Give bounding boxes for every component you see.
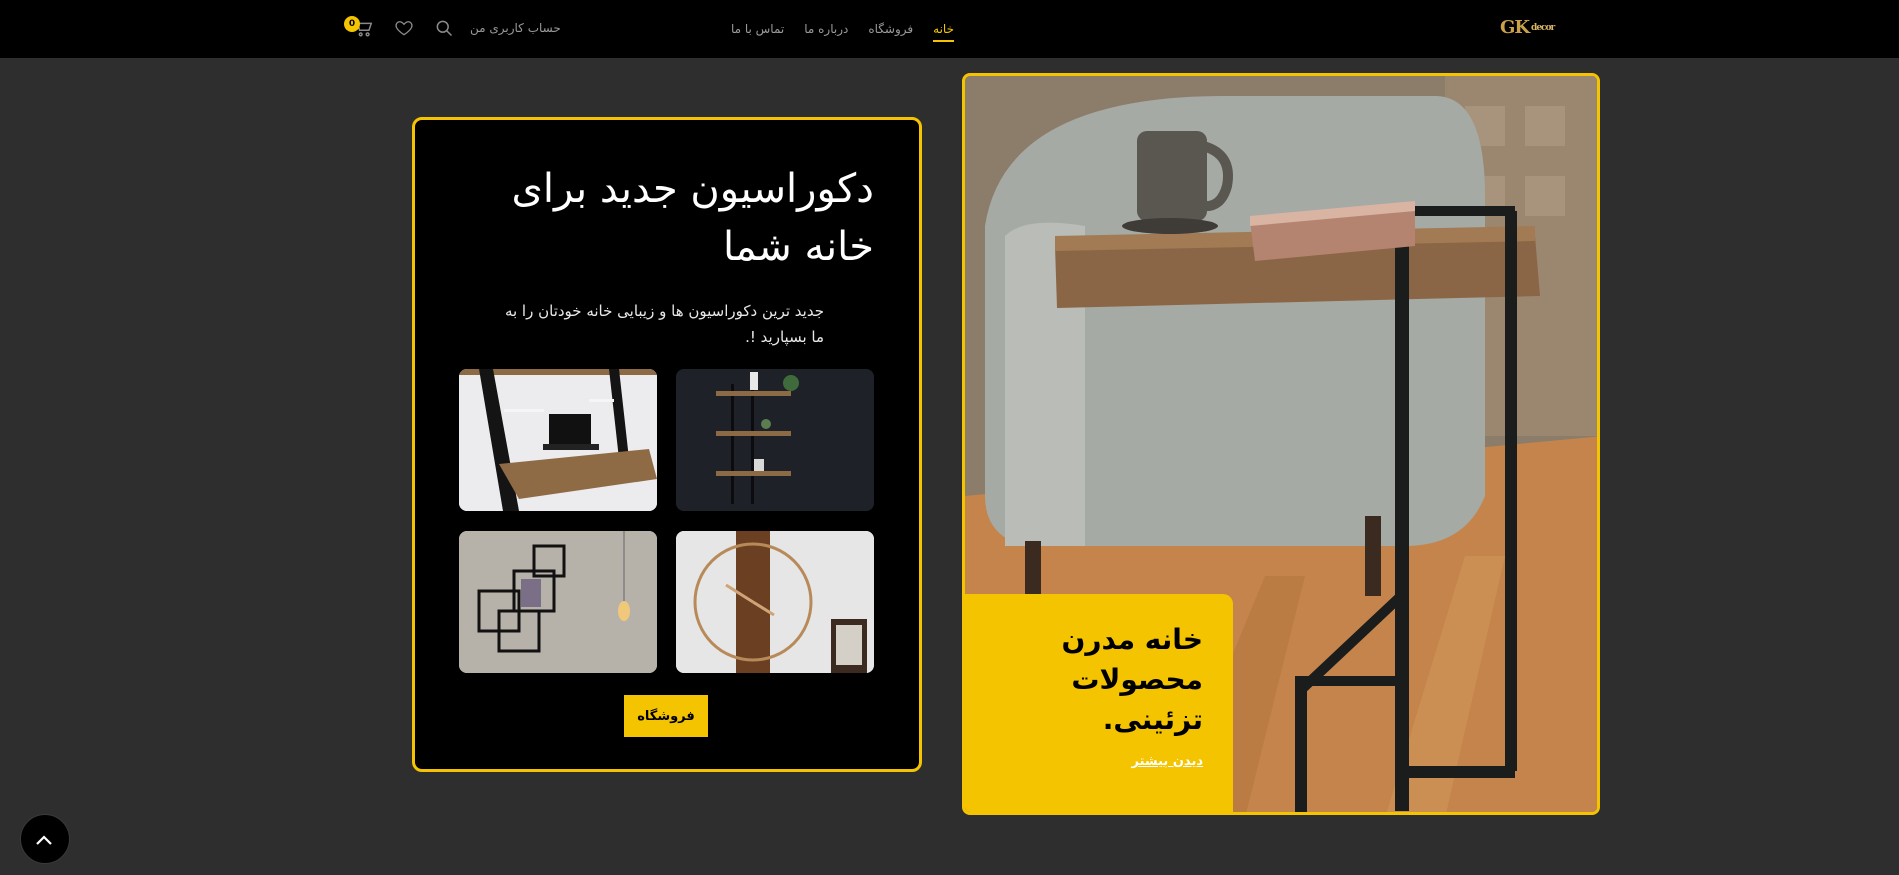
account-link[interactable]: حساب کاربری من [470, 21, 561, 35]
see-more-link[interactable]: دیدن بیشتر [1132, 754, 1204, 769]
promo-title: دکوراسیون جدید برای خانه شما [511, 166, 874, 270]
promo-card: دکوراسیون جدید برای خانه شما جدید ترین د… [412, 117, 922, 772]
product-thumbnail-clock[interactable] [676, 531, 874, 673]
search-icon [436, 20, 453, 37]
promo-subtitle: جدید ترین دکوراسیون ها و زیبایی خانه خود… [504, 302, 824, 346]
top-navbar: GK decor خانه فروشگاه درباره ما تماس با م… [0, 0, 1899, 58]
hero-banner: خانه مدرن محصولات تزئینی. دیدن بیشتر [962, 73, 1600, 815]
wall-shelf-image [676, 369, 874, 511]
clock-image [676, 531, 874, 673]
search-button[interactable] [432, 16, 456, 40]
hero-caption-box: خانه مدرن محصولات تزئینی. دیدن بیشتر [965, 594, 1233, 812]
shop-button[interactable]: فروشگاه [624, 695, 708, 737]
nav-about[interactable]: درباره ما [804, 18, 848, 40]
logo-text: GK [1500, 17, 1530, 38]
cube-shelf-image [459, 531, 657, 673]
product-thumbnail-wall-shelf[interactable] [676, 369, 874, 511]
nav-shop[interactable]: فروشگاه [868, 18, 913, 40]
logo-subtext: decor [1531, 23, 1555, 33]
cart-count-badge: 0 [344, 16, 360, 32]
chevron-up-icon [36, 835, 52, 845]
hero-title: خانه مدرن محصولات تزئینی. [1061, 623, 1203, 736]
product-thumbnail-cube-shelf[interactable] [459, 531, 657, 673]
nav-contact[interactable]: تماس با ما [731, 18, 784, 40]
scroll-to-top-button[interactable] [20, 814, 70, 864]
nav-home[interactable]: خانه [933, 18, 954, 42]
header-tools: 0 حساب کاربری من [344, 12, 561, 44]
main-nav: خانه فروشگاه درباره ما تماس با ما [711, 0, 954, 58]
cart-button[interactable]: 0 [344, 15, 376, 41]
site-logo[interactable]: GK decor [1500, 17, 1555, 39]
desk-image [459, 369, 657, 511]
heart-icon [395, 21, 413, 36]
wishlist-button[interactable] [392, 16, 416, 40]
product-thumbnail-desk[interactable] [459, 369, 657, 511]
